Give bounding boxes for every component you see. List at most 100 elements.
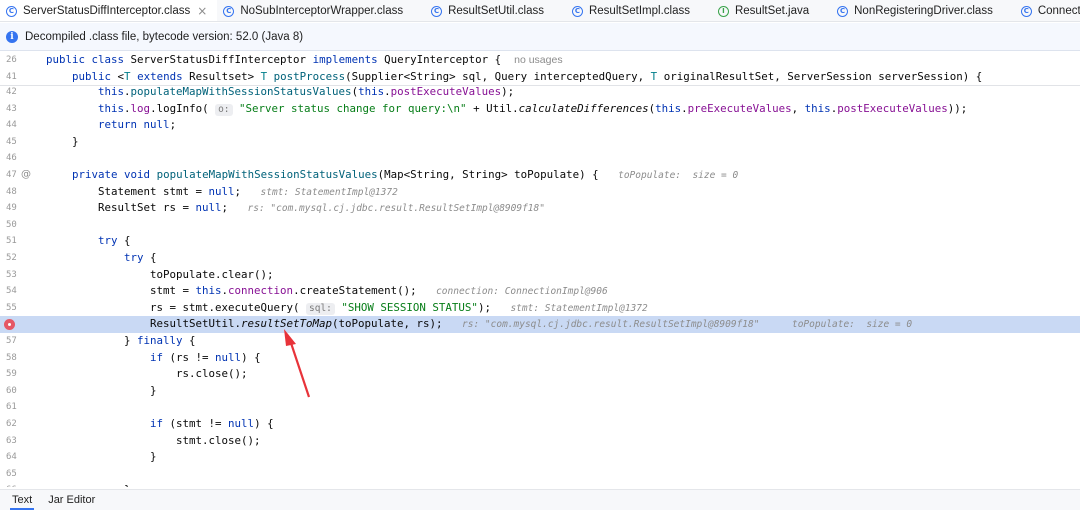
class-icon: C <box>431 5 443 17</box>
editor-bottom-tabs: Text Jar Editor <box>0 489 1080 510</box>
tab-label: ResultSet.java <box>734 5 810 17</box>
code-text: return null; <box>98 118 177 132</box>
code-line[interactable]: 61 <box>0 399 1080 416</box>
editor-tab[interactable]: C NonRegisteringDriver.class <box>831 0 1015 21</box>
line-number: 59 <box>6 369 17 380</box>
breakpoint-icon[interactable] <box>4 319 15 331</box>
code-line[interactable]: 46 <box>0 150 1080 167</box>
annotation-gutter-icon[interactable]: @ <box>21 169 31 181</box>
editor-tab[interactable]: I ResultSet.java <box>712 0 831 21</box>
code-line[interactable]: 63 stmt.close(); <box>0 433 1080 450</box>
banner-text: Decompiled .class file, bytecode version… <box>25 30 304 43</box>
gutter[interactable]: 61 <box>0 399 42 416</box>
editor-tab[interactable]: C NoSubInterceptorWrapper.class <box>217 0 425 21</box>
gutter[interactable]: 53 <box>0 267 42 284</box>
debug-value-hint: stmt: StatementImpl@1372 <box>510 302 648 314</box>
code-text: public class ServerStatusDiffInterceptor… <box>46 53 563 66</box>
gutter[interactable]: 44 <box>0 117 42 134</box>
gutter[interactable] <box>0 316 42 333</box>
code-text: this.log.logInfo( o: "Server status chan… <box>98 101 968 116</box>
code-text: stmt.close(); <box>46 433 261 447</box>
code-text: private void populateMapWithSessionStatu… <box>72 168 739 181</box>
code-line[interactable]: 64 } <box>0 449 1080 466</box>
code-line[interactable]: 55 rs = stmt.executeQuery( sql: "SHOW SE… <box>0 300 1080 317</box>
editor-tab[interactable]: C ServerStatusDiffInterceptor.class × <box>0 0 218 21</box>
gutter[interactable]: 57 <box>0 333 42 350</box>
code-text: ResultSetUtil.resultSetToMap(toPopulate,… <box>46 317 913 331</box>
gutter[interactable]: 66 <box>0 482 42 487</box>
line-number: 44 <box>6 120 17 131</box>
code-line[interactable]: ResultSetUtil.resultSetToMap(toPopulate,… <box>0 316 1080 333</box>
debug-value-hint: stmt: StatementImpl@1372 <box>260 186 398 198</box>
code-line[interactable]: 62 if (stmt != null) { <box>0 416 1080 433</box>
code-text: rs.close(); <box>46 367 248 381</box>
close-icon[interactable]: × <box>197 4 207 18</box>
code-text: } <box>46 450 157 464</box>
code-line[interactable]: 26 public class ServerStatusDiffIntercep… <box>0 52 1080 69</box>
gutter[interactable]: 54 <box>0 283 42 300</box>
code-line[interactable]: 41 public <T extends Resultset> T postPr… <box>0 69 1080 86</box>
parameter-hint: sql: <box>306 302 335 315</box>
line-number: 53 <box>6 269 17 280</box>
tab-label: ResultSetUtil.class <box>448 5 544 17</box>
gutter[interactable]: 60 <box>0 383 42 400</box>
code-line[interactable]: 53 toPopulate.clear(); <box>0 267 1080 284</box>
gutter[interactable]: 49 <box>0 200 42 217</box>
gutter[interactable]: 46 <box>0 150 42 167</box>
gutter[interactable]: 65 <box>0 466 42 483</box>
code-line[interactable]: 50 <box>0 217 1080 234</box>
gutter[interactable]: 51 <box>0 233 42 250</box>
line-number: 45 <box>6 136 17 147</box>
code-line[interactable]: 54 stmt = this.connection.createStatemen… <box>0 283 1080 300</box>
code-line[interactable]: 44 return null; <box>0 117 1080 134</box>
line-number: 48 <box>6 186 17 197</box>
code-line[interactable]: 47 @ private void populateMapWithSessionS… <box>0 167 1080 184</box>
editor-tab[interactable]: C ConnectionImpl.class <box>1015 0 1080 21</box>
gutter[interactable]: 42 <box>0 84 42 101</box>
gutter[interactable]: 62 <box>0 416 42 433</box>
debug-value-hint: toPopulate: size = 0 <box>618 170 739 181</box>
code-line[interactable]: 49 ResultSet rs = null; rs: "com.mysql.c… <box>0 200 1080 217</box>
code-line[interactable]: 52 try { <box>0 250 1080 267</box>
gutter[interactable]: 50 <box>0 217 42 234</box>
decompiled-info-banner: i Decompiled .class file, bytecode versi… <box>0 23 1080 51</box>
gutter[interactable]: 52 <box>0 250 42 267</box>
tab-label: ServerStatusDiffInterceptor.class <box>23 5 191 17</box>
code-line[interactable]: 51 try { <box>0 233 1080 250</box>
parameter-hint: o: <box>215 103 233 116</box>
line-number: 58 <box>6 352 17 363</box>
code-text: public <T extends Resultset> T postProce… <box>72 69 983 83</box>
bottom-tab[interactable]: Jar Editor <box>40 490 103 510</box>
line-number: 64 <box>6 452 17 463</box>
gutter[interactable]: 45 <box>0 134 42 151</box>
code-line[interactable]: 43 this.log.logInfo( o: "Server status c… <box>0 101 1080 118</box>
line-number: 50 <box>6 219 17 230</box>
gutter[interactable]: 58 <box>0 350 42 367</box>
code-line[interactable]: 45 } <box>0 134 1080 151</box>
code-line[interactable]: 58 if (rs != null) { <box>0 350 1080 367</box>
code-line[interactable]: 42 this.populateMapWithSessionStatusValu… <box>0 84 1080 101</box>
line-number: 49 <box>6 203 17 214</box>
code-line[interactable]: 65 <box>0 466 1080 483</box>
editor-tab[interactable]: C ResultSetImpl.class <box>566 0 712 21</box>
line-number: 61 <box>6 402 17 413</box>
debug-value-hint: rs: "com.mysql.cj.jdbc.result.ResultSetI… <box>247 203 545 215</box>
editor-tab[interactable]: C ResultSetUtil.class <box>425 0 566 21</box>
bottom-tab[interactable]: Text <box>4 490 40 510</box>
gutter[interactable]: 43 <box>0 101 42 118</box>
code-line[interactable]: 48 Statement stmt = null; stmt: Statemen… <box>0 184 1080 201</box>
gutter[interactable]: 47 @ <box>0 167 42 184</box>
gutter[interactable]: 63 <box>0 433 42 450</box>
code-line[interactable]: 66 } <box>0 482 1080 487</box>
code-editor[interactable]: 42 this.populateMapWithSessionStatusValu… <box>0 52 1080 487</box>
gutter[interactable]: 48 <box>0 184 42 201</box>
code-line[interactable]: 57 } finally { <box>0 333 1080 350</box>
gutter[interactable]: 64 <box>0 449 42 466</box>
gutter[interactable]: 59 <box>0 366 42 383</box>
tab-label: ResultSetImpl.class <box>588 5 690 17</box>
code-line[interactable]: 59 rs.close(); <box>0 366 1080 383</box>
line-number: 54 <box>6 286 17 297</box>
editor-tab-bar: C ServerStatusDiffInterceptor.class × C NoSu… <box>0 0 1080 22</box>
code-line[interactable]: 60 } <box>0 383 1080 400</box>
gutter[interactable]: 55 <box>0 300 42 317</box>
